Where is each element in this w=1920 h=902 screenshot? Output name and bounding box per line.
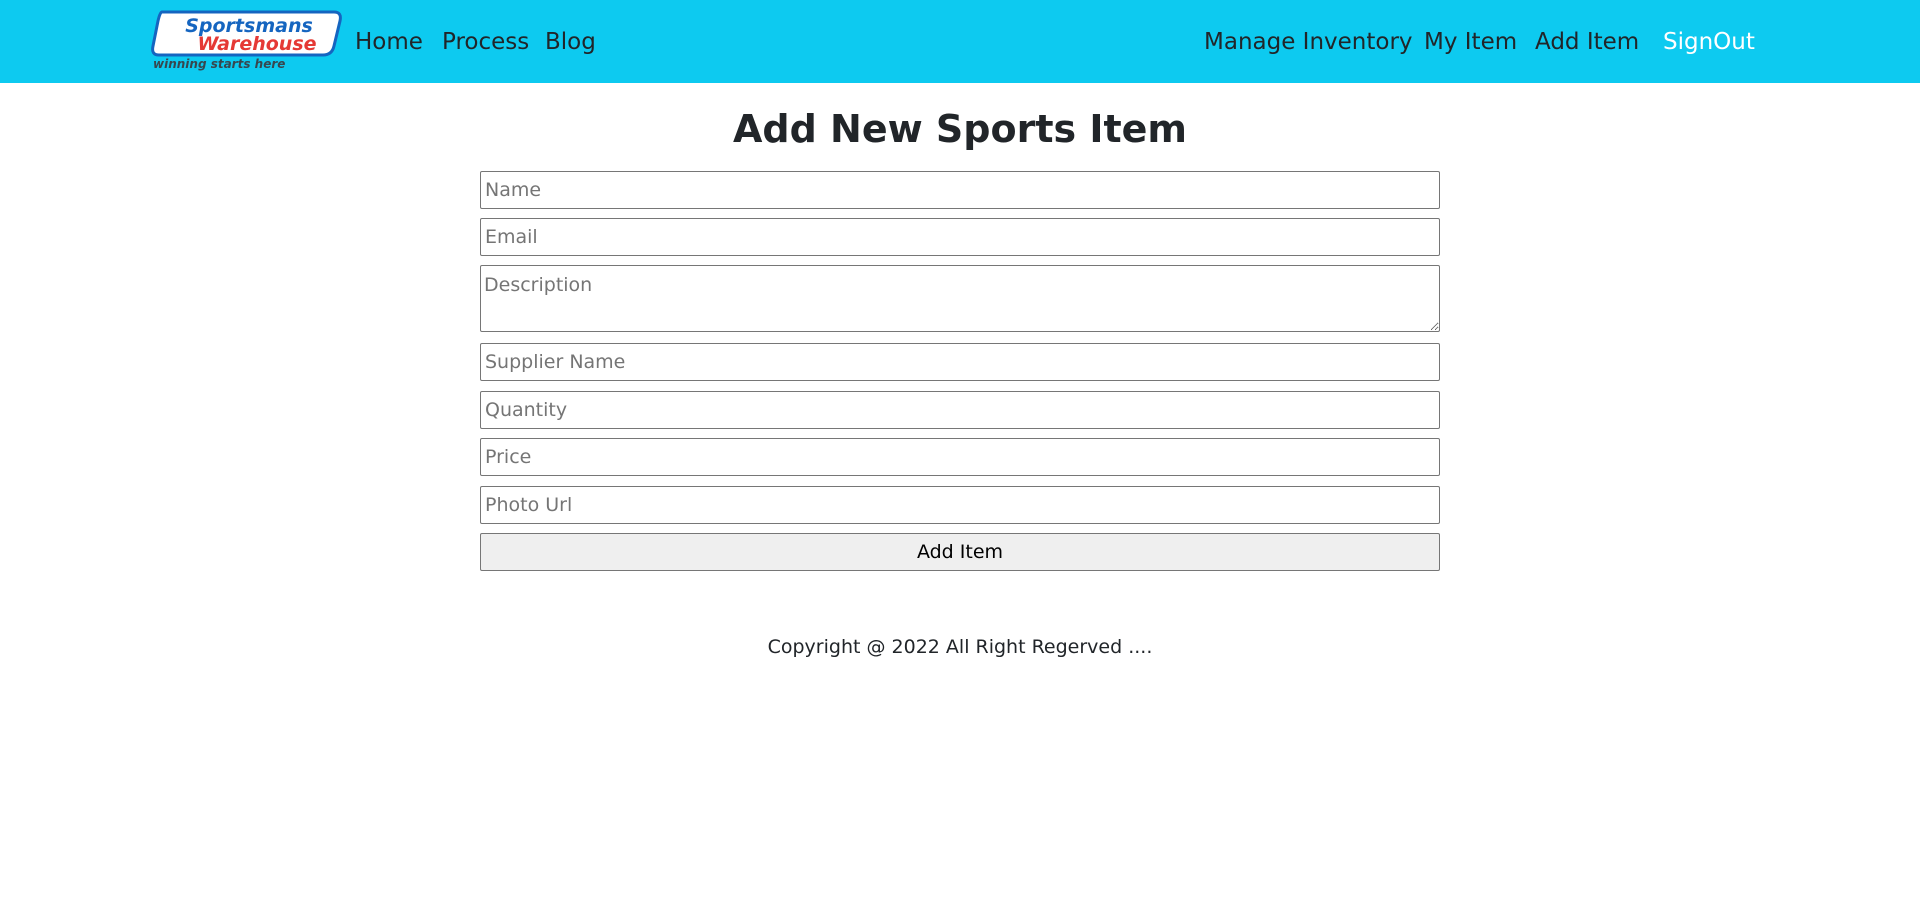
price-input[interactable] <box>480 438 1440 476</box>
add-item-button[interactable]: Add Item <box>480 533 1440 571</box>
photo-url-input[interactable] <box>480 486 1440 524</box>
supplier-name-input[interactable] <box>480 343 1440 381</box>
brand-tagline: winning starts here <box>153 57 285 71</box>
brand-logo[interactable]: Sportsmans Warehouse winning starts here <box>150 10 344 73</box>
copyright-text: Copyright @ 2022 All Right Regerved .... <box>767 636 1153 658</box>
nav-link-my-item[interactable]: My Item <box>1424 27 1517 57</box>
nav-link-add-item[interactable]: Add Item <box>1535 27 1639 57</box>
footer: Copyright @ 2022 All Right Regerved .... <box>0 634 1920 660</box>
navbar: Sportsmans Warehouse winning starts here… <box>0 0 1920 83</box>
brand-name-bottom: Warehouse <box>197 33 316 55</box>
email-input[interactable] <box>480 218 1440 256</box>
brand-logo-image: Sportsmans Warehouse winning starts here <box>151 10 342 71</box>
description-textarea[interactable] <box>480 265 1440 332</box>
nav-link-blog[interactable]: Blog <box>545 27 596 57</box>
page-title: Add New Sports Item <box>732 107 1188 151</box>
nav-link-process[interactable]: Process <box>442 27 529 57</box>
nav-link-manage-inventory[interactable]: Manage Inventory <box>1204 27 1413 57</box>
quantity-input[interactable] <box>480 391 1440 429</box>
nav-link-home[interactable]: Home <box>355 27 423 57</box>
name-input[interactable] <box>480 171 1440 209</box>
signout-link[interactable]: SignOut <box>1663 27 1755 57</box>
